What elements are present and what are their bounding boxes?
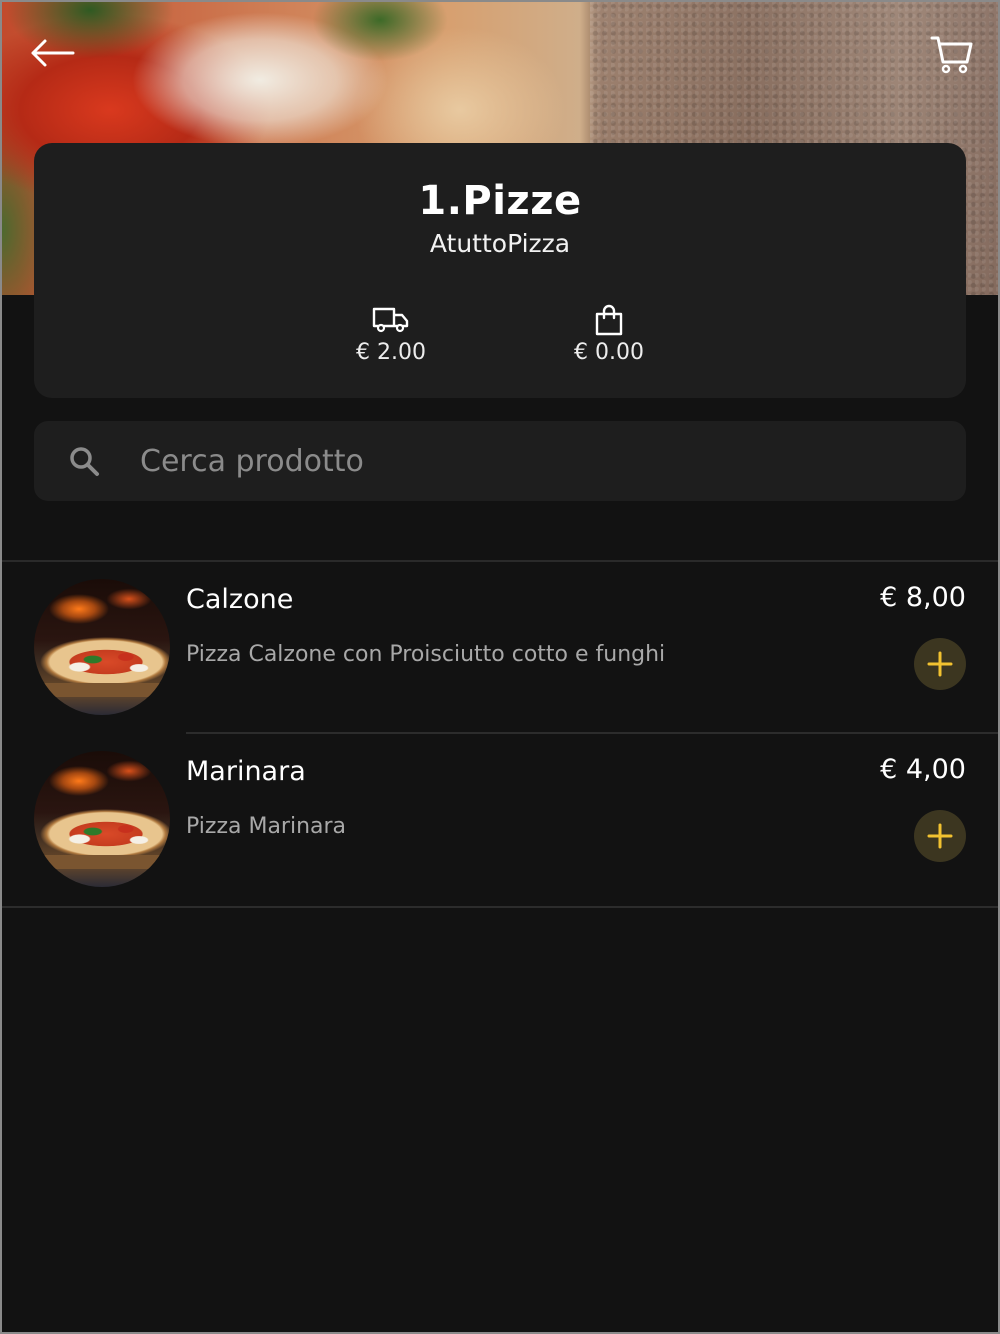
- delivery-fee-stat: € 2.00: [311, 304, 471, 365]
- shopping-bag-icon: [595, 304, 623, 336]
- back-button[interactable]: [26, 30, 78, 76]
- restaurant-name: AtuttoPizza: [429, 229, 571, 258]
- arrow-left-icon: [31, 39, 75, 67]
- order-total-value: € 0.00: [574, 340, 644, 365]
- product-description: Pizza Marinara: [186, 814, 347, 839]
- truck-icon: [372, 307, 409, 333]
- search-bar[interactable]: [34, 421, 966, 501]
- category-title: 1.Pizze: [418, 178, 582, 224]
- search-input[interactable]: [140, 421, 940, 501]
- list-item[interactable]: Marinara Pizza Marinara € 4,00: [0, 734, 1000, 906]
- product-image: [34, 751, 170, 887]
- product-price: € 8,00: [880, 582, 966, 613]
- cart-button[interactable]: [926, 28, 978, 80]
- plus-icon: [927, 823, 953, 849]
- product-image: [34, 579, 170, 715]
- delivery-fee-value: € 2.00: [356, 340, 426, 365]
- add-to-cart-button[interactable]: [914, 810, 966, 862]
- product-name: Calzone: [186, 584, 294, 615]
- cart-icon: [930, 36, 973, 74]
- add-to-cart-button[interactable]: [914, 638, 966, 690]
- search-icon: [70, 447, 99, 476]
- product-description: Pizza Calzone con Proisciutto cotto e fu…: [186, 642, 666, 667]
- list-item[interactable]: Calzone Pizza Calzone con Proisciutto co…: [0, 562, 1000, 734]
- list-divider: [0, 906, 1000, 908]
- order-total-stat: € 0.00: [529, 304, 689, 365]
- plus-icon: [927, 651, 953, 677]
- product-price: € 4,00: [880, 754, 966, 785]
- product-name: Marinara: [186, 756, 306, 787]
